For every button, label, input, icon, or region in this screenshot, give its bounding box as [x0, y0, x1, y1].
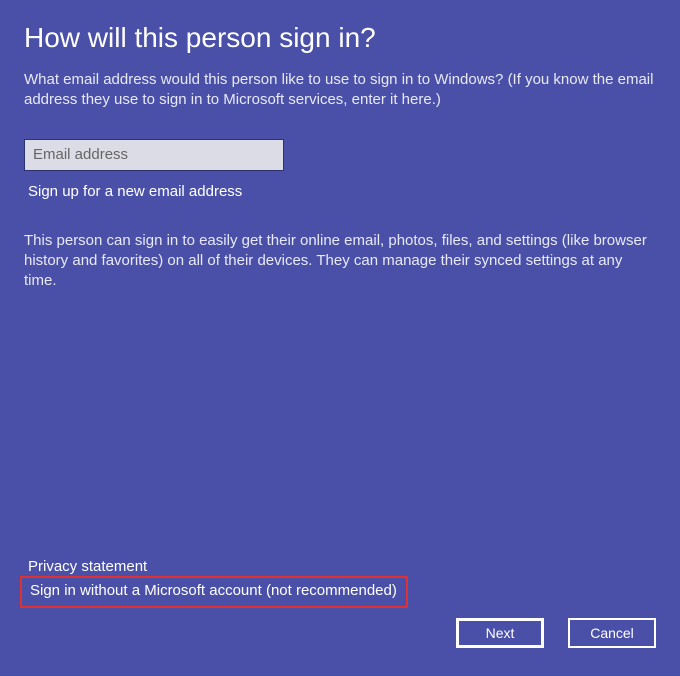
signup-email-link[interactable]: Sign up for a new email address: [28, 183, 242, 200]
next-button[interactable]: Next: [456, 618, 544, 648]
no-account-highlight: Sign in without a Microsoft account (not…: [20, 576, 408, 608]
email-field[interactable]: [24, 139, 284, 171]
sign-in-without-account-link[interactable]: Sign in without a Microsoft account (not…: [30, 582, 397, 599]
button-row: Next Cancel: [456, 618, 656, 648]
description-text: This person can sign in to easily get th…: [24, 231, 656, 292]
privacy-statement-link[interactable]: Privacy statement: [28, 558, 147, 575]
bottom-links-area: Privacy statement: [24, 558, 147, 576]
cancel-button[interactable]: Cancel: [568, 618, 656, 648]
intro-text: What email address would this person lik…: [24, 70, 656, 111]
page-title: How will this person sign in?: [24, 22, 656, 54]
